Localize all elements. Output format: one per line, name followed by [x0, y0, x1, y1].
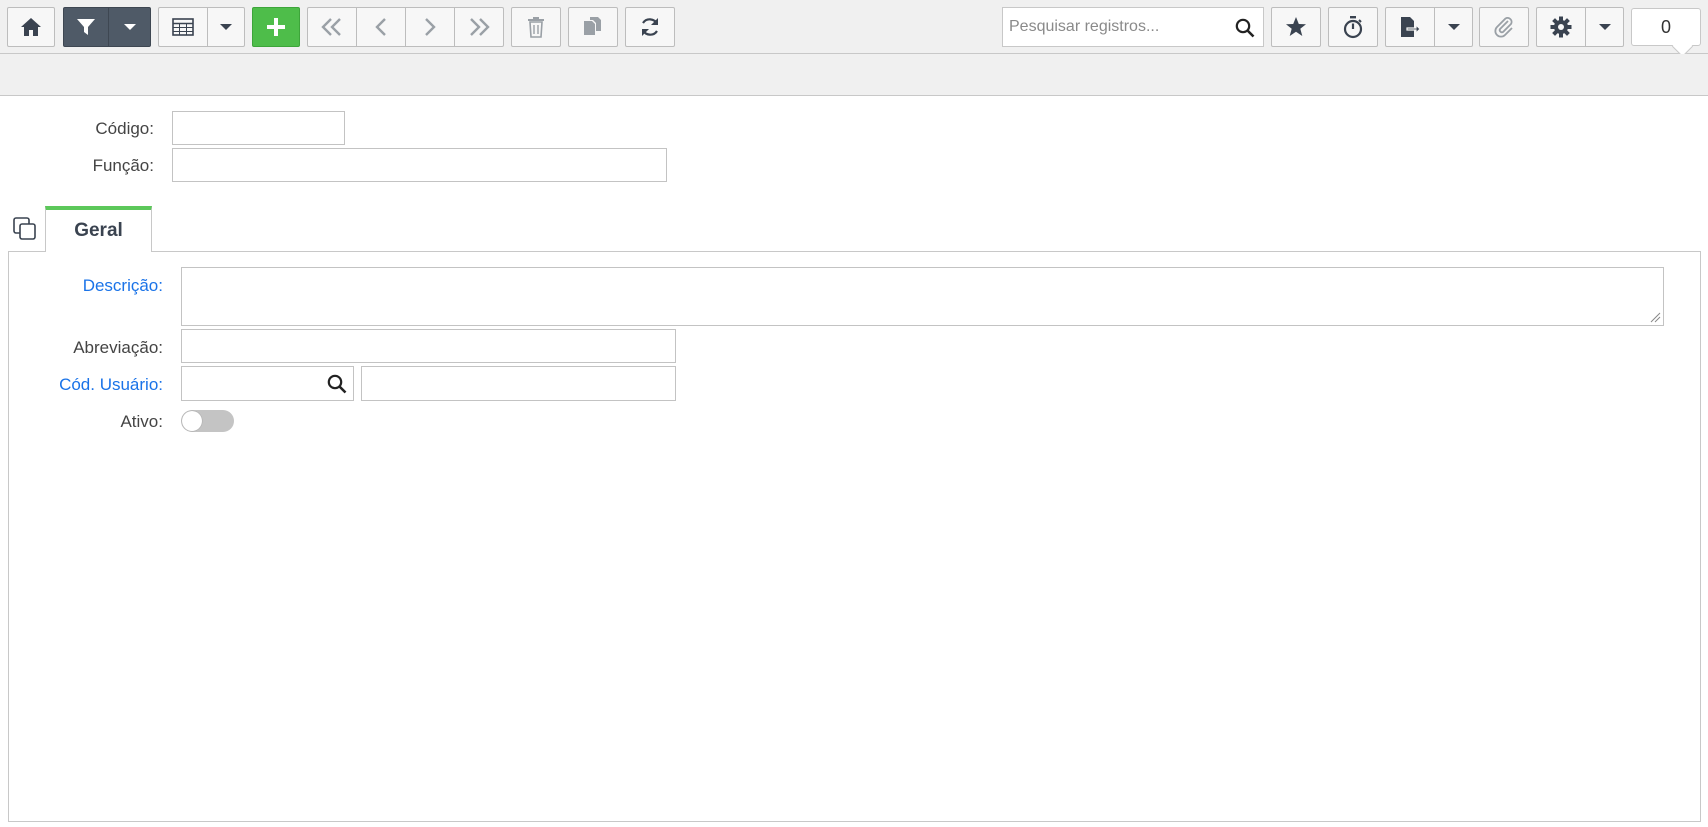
funcao-label: Função:	[92, 156, 154, 175]
last-icon	[470, 18, 490, 36]
copy-icon	[584, 17, 601, 35]
cod-usuario-input[interactable]	[181, 366, 354, 401]
prev-icon	[375, 18, 386, 36]
previous-record-button[interactable]	[356, 7, 406, 47]
delete-button[interactable]	[511, 7, 561, 47]
cod-usuario-label: Cód. Usuário:	[59, 375, 163, 394]
next-record-button[interactable]	[405, 7, 455, 47]
filter-icon	[77, 19, 95, 35]
export-icon	[1401, 17, 1421, 37]
home-icon	[21, 18, 41, 36]
home-button[interactable]	[7, 7, 55, 47]
next-icon	[425, 18, 436, 36]
settings-button[interactable]	[1536, 7, 1586, 47]
table-view-button[interactable]	[158, 7, 208, 47]
copy-icon[interactable]	[12, 216, 38, 242]
paperclip-icon	[1494, 17, 1513, 38]
table-icon	[172, 18, 194, 36]
search-input[interactable]	[1003, 8, 1233, 46]
stopwatch-icon	[1343, 16, 1363, 39]
chevron-down-icon	[1447, 24, 1460, 30]
search-box	[1002, 7, 1264, 47]
refresh-icon	[642, 18, 658, 36]
ativo-toggle[interactable]	[181, 410, 234, 432]
codigo-label: Código:	[95, 119, 154, 138]
refresh-button[interactable]	[625, 7, 675, 47]
first-record-button[interactable]	[307, 7, 357, 47]
resize-handle-icon[interactable]	[1649, 311, 1661, 323]
sub-toolbar	[0, 54, 1708, 96]
plus-icon	[267, 18, 285, 36]
settings-dropdown-button[interactable]	[1585, 7, 1624, 47]
star-icon	[1286, 17, 1306, 36]
chevron-down-icon	[1598, 24, 1611, 30]
last-record-button[interactable]	[454, 7, 504, 47]
abreviacao-input[interactable]	[181, 329, 676, 363]
timer-button[interactable]	[1328, 7, 1378, 47]
abreviacao-label: Abreviação:	[73, 338, 163, 357]
chevron-down-icon	[123, 24, 136, 30]
search-icon[interactable]	[1235, 18, 1255, 38]
table-view-dropdown-button[interactable]	[207, 7, 245, 47]
add-button[interactable]	[252, 7, 300, 47]
codigo-input[interactable]	[172, 111, 345, 145]
export-button[interactable]	[1385, 7, 1435, 47]
chevron-down-icon	[220, 24, 232, 30]
toolbar: 0	[0, 0, 1708, 54]
ativo-label: Ativo:	[120, 412, 163, 431]
record-counter: 0	[1631, 8, 1701, 46]
toggle-knob	[182, 411, 202, 431]
first-icon	[321, 18, 341, 36]
filter-dropdown-button[interactable]	[108, 7, 151, 47]
search-icon[interactable]	[327, 374, 347, 394]
funcao-input[interactable]	[172, 148, 667, 182]
trash-icon	[528, 17, 544, 38]
descricao-label: Descrição:	[82, 276, 163, 295]
export-dropdown-button[interactable]	[1434, 7, 1473, 47]
tab-geral[interactable]: Geral	[45, 206, 152, 252]
gear-icon	[1550, 16, 1572, 38]
usuario-name-input[interactable]	[361, 366, 676, 401]
duplicate-button[interactable]	[568, 7, 618, 47]
filter-button[interactable]	[63, 7, 109, 47]
attachments-button[interactable]	[1479, 7, 1529, 47]
descricao-textarea[interactable]	[181, 267, 1664, 326]
favorites-button[interactable]	[1271, 7, 1321, 47]
